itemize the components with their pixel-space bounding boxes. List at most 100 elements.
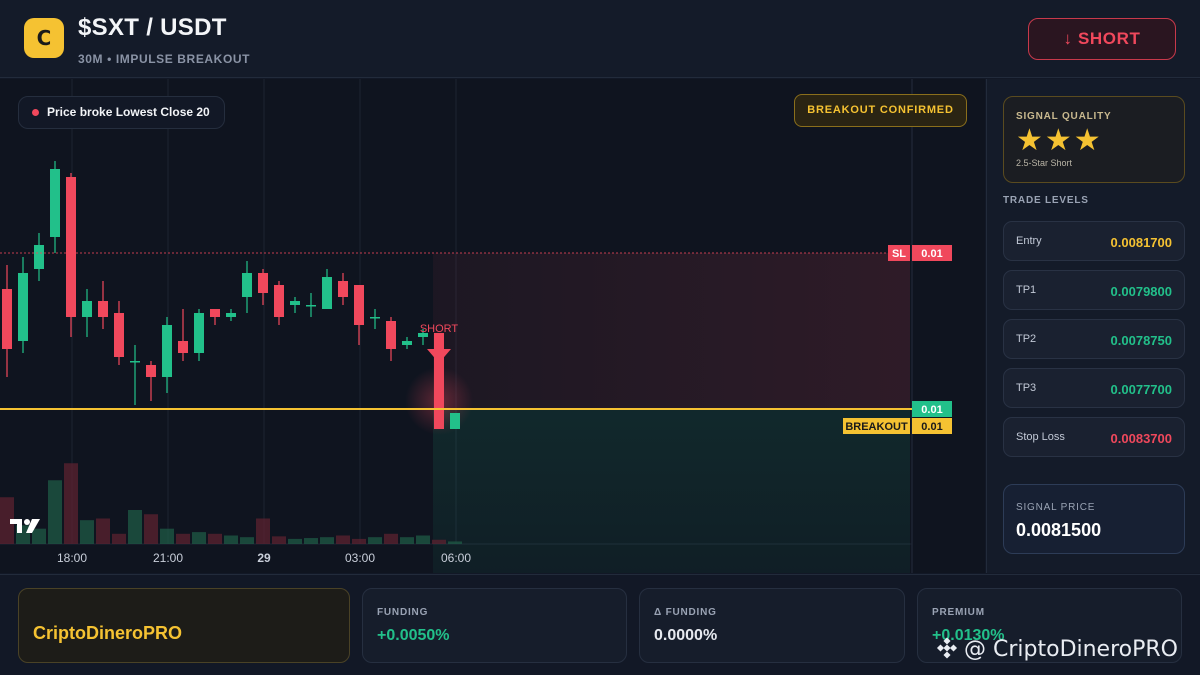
stat-value: 0.0000% <box>654 627 718 644</box>
candle-body <box>18 273 28 341</box>
candle-body <box>370 317 380 319</box>
candle-body <box>66 177 76 317</box>
delta-funding-card: Δ FUNDING 0.0000% <box>639 588 905 663</box>
breakout-tag-label: BREAKOUT <box>843 418 910 434</box>
volume-bar <box>288 538 302 544</box>
volume-bar <box>160 528 174 544</box>
candle-body <box>290 301 300 305</box>
signal-price-value: 0.0081500 <box>1016 520 1102 540</box>
candle <box>162 317 172 393</box>
candle <box>146 361 156 401</box>
volume-bar <box>176 533 190 544</box>
volume-bar <box>208 533 222 544</box>
candle <box>226 309 236 321</box>
candle <box>450 413 460 429</box>
brand-name: CriptoDineroPRO <box>33 623 183 643</box>
candle <box>66 173 76 337</box>
candle-body <box>338 281 348 297</box>
signal-quality-subtitle: 2.5-Star Short <box>1016 158 1073 168</box>
candle <box>242 261 252 313</box>
sl-tag-value-text: 0.01 <box>921 248 942 260</box>
candle-body <box>210 309 220 317</box>
volume-bar <box>304 538 318 544</box>
candle-body <box>98 301 108 317</box>
short-label: SHORT <box>420 323 459 335</box>
volume-bar <box>272 536 286 544</box>
level-label: TP1 <box>1016 284 1037 296</box>
volume-bar <box>432 539 446 544</box>
candle <box>338 273 348 305</box>
candle <box>290 297 300 313</box>
volume-bar <box>64 463 78 544</box>
signal-price-title: SIGNAL PRICE <box>1016 502 1096 513</box>
timeframe-subtitle: 30M • IMPULSE BREAKOUT <box>78 52 251 66</box>
level-value: 0.0083700 <box>1110 431 1172 446</box>
candle-body <box>258 273 268 293</box>
signal-price-card: SIGNAL PRICE 0.0081500 <box>1003 484 1185 554</box>
sl-tag-value: 0.01 <box>912 245 952 261</box>
star-rating-icon: ★★★ <box>1016 123 1103 158</box>
time-tick-label: 29 <box>257 551 271 565</box>
trade-levels-title: TRADE LEVELS <box>1003 195 1089 206</box>
candle <box>2 265 12 377</box>
candle-body <box>322 277 332 309</box>
candle-body <box>194 313 204 353</box>
coin-logo: C <box>24 18 64 58</box>
breakout-tag-label-text: BREAKOUT <box>845 421 908 433</box>
candle-body <box>386 321 396 349</box>
short-button[interactable]: ↓ SHORT <box>1028 18 1176 60</box>
volume-bar <box>320 537 334 544</box>
stat-title: PREMIUM <box>932 607 985 618</box>
stop-loss-zone <box>433 253 910 409</box>
signal-quality-card: SIGNAL QUALITY ★★★ 2.5-Star Short <box>1003 96 1185 183</box>
candle-body <box>242 273 252 297</box>
candle <box>322 269 332 309</box>
candle-body <box>130 361 140 363</box>
candle-body <box>50 169 60 237</box>
candle <box>306 293 316 317</box>
candle-body <box>306 305 316 307</box>
candle <box>402 337 412 349</box>
volume-bar <box>336 535 350 544</box>
level-value: 0.0078750 <box>1110 333 1172 348</box>
volume-bar <box>448 541 462 544</box>
price-tag-value: 0.01 <box>912 401 952 417</box>
volume-bar <box>416 535 430 544</box>
candle <box>178 309 188 361</box>
candle-body <box>178 341 188 353</box>
level-value: 0.0077700 <box>1110 382 1172 397</box>
brand-card: CriptoDineroPRO <box>18 588 350 663</box>
level-row-tp1: TP1 0.0079800 <box>1003 270 1185 310</box>
candle <box>386 317 396 361</box>
level-row-entry: Entry 0.0081700 <box>1003 221 1185 261</box>
candle-body <box>274 285 284 317</box>
breakout-tag-value: 0.01 <box>912 418 952 434</box>
volume-bar <box>112 533 126 544</box>
candle <box>354 285 364 345</box>
volume-bar <box>80 520 94 544</box>
level-value: 0.0079800 <box>1110 284 1172 299</box>
level-row-stop-loss: Stop Loss 0.0083700 <box>1003 417 1185 457</box>
header: C $SXT / USDT 30M • IMPULSE BREAKOUT ↓ S… <box>0 0 1200 78</box>
candle <box>82 289 92 337</box>
time-tick-label: 03:00 <box>345 551 375 565</box>
candle <box>98 281 108 329</box>
volume-bar <box>224 535 238 544</box>
candle <box>194 309 204 361</box>
volume-bar <box>240 537 254 544</box>
binance-logo-icon <box>936 637 958 659</box>
signal-sidebar: SIGNAL QUALITY ★★★ 2.5-Star Short TRADE … <box>986 79 1200 573</box>
volume-bar <box>384 533 398 544</box>
level-row-tp3: TP3 0.0077700 <box>1003 368 1185 408</box>
volume-bar <box>368 537 382 544</box>
candlestick-chart: SHORT SL 0.01 0.01 BREAKOUT 0.01 18:00 21:00 29… <box>0 79 952 573</box>
candle-body <box>146 365 156 377</box>
volume-bar <box>128 510 142 544</box>
watermark: @ CriptoDineroPRO <box>936 637 1178 662</box>
price-chart[interactable]: SHORT SL 0.01 0.01 BREAKOUT 0.01 18:00 21:00 29… <box>0 79 985 573</box>
signal-quality-title: SIGNAL QUALITY <box>1016 111 1112 122</box>
stat-value: +0.0050% <box>377 627 450 644</box>
candle <box>370 309 380 329</box>
funding-card: FUNDING +0.0050% <box>362 588 627 663</box>
candle-body <box>114 313 124 357</box>
